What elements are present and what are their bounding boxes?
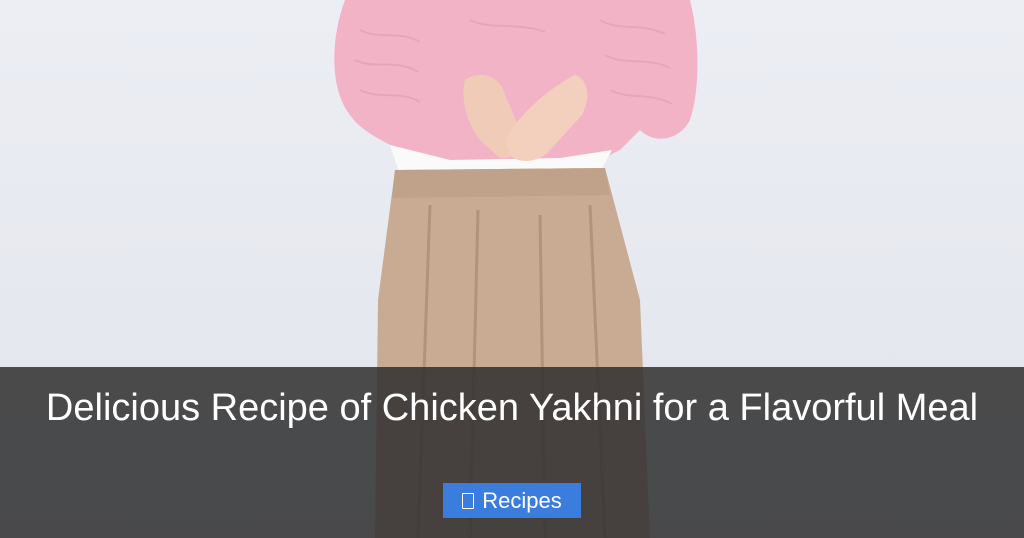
category-label: Recipes [482, 487, 562, 513]
folder-icon [462, 492, 475, 509]
post-title[interactable]: Delicious Recipe of Chicken Yakhni for a… [40, 383, 984, 434]
skirt-waistband [392, 168, 610, 198]
category-badge[interactable]: Recipes [443, 483, 581, 518]
